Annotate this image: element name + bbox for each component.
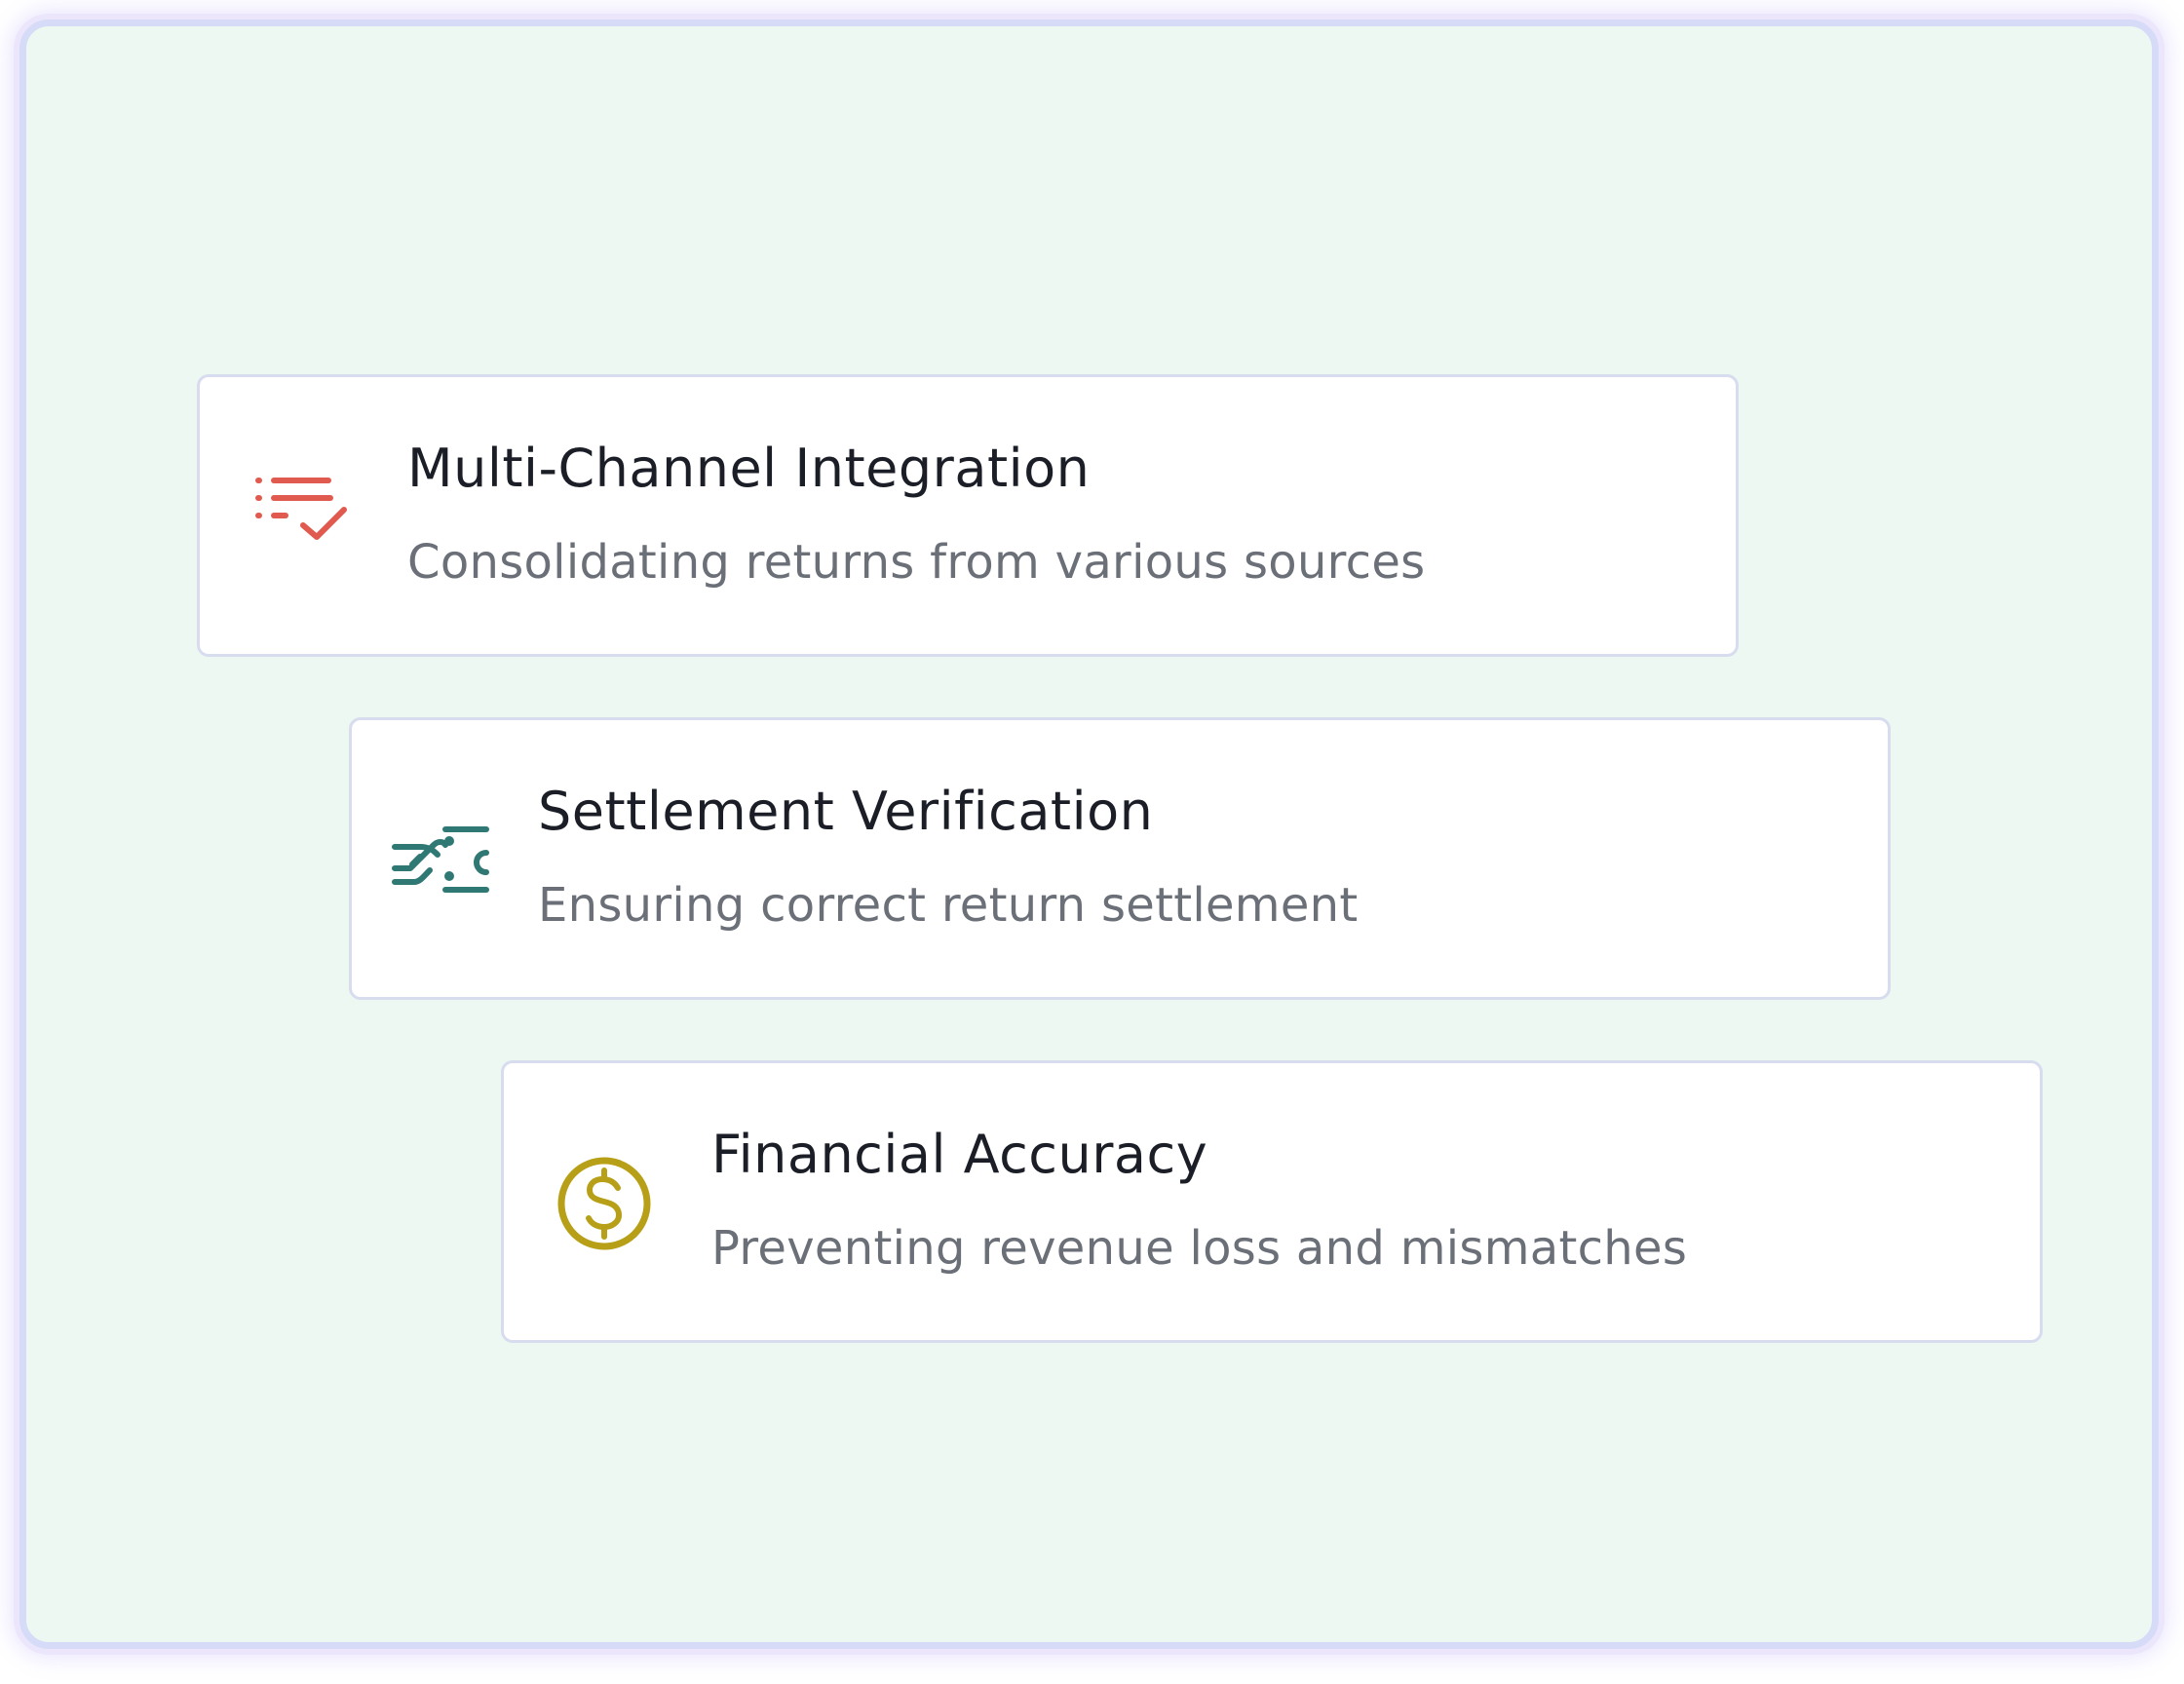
feature-card-multi-channel-integration: Multi-Channel Integration Consolidating … [197, 374, 1739, 657]
feature-card-financial-accuracy: Financial Accuracy Preventing revenue lo… [501, 1060, 2043, 1343]
card-title: Settlement Verification [538, 781, 1154, 842]
card-subtitle: Consolidating returns from various sourc… [407, 535, 1426, 590]
checklist-icon [255, 478, 347, 540]
card-title: Multi-Channel Integration [407, 438, 1091, 499]
feature-panel: Multi-Channel Integration Consolidating … [19, 19, 2159, 1649]
card-subtitle: Preventing revenue loss and mismatches [711, 1221, 1688, 1276]
dollar-circle-icon [557, 1157, 651, 1250]
handshake-money-icon [392, 826, 489, 893]
feature-card-settlement-verification: Settlement Verification Ensuring correct… [349, 717, 1891, 1000]
card-subtitle: Ensuring correct return settlement [538, 878, 1359, 933]
card-title: Financial Accuracy [711, 1124, 1208, 1185]
